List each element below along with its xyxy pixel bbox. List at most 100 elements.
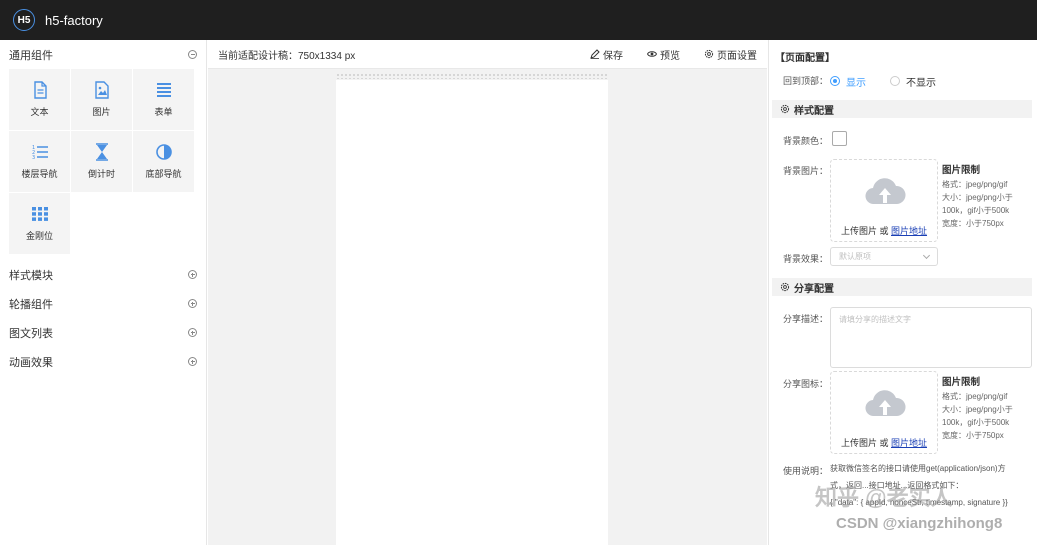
group-label: 样式模块 <box>9 269 53 282</box>
tile-diamond-position[interactable]: 金刚位 <box>9 193 70 254</box>
upload-prompt: 上传图片 或 <box>840 438 889 448</box>
bg-effect-label: 背景效果： <box>783 254 829 264</box>
collapse-icon[interactable] <box>188 50 197 59</box>
share-desc-placeholder: 请填分享的描述文字 <box>839 315 911 324</box>
tile-floor-nav[interactable]: 123 楼层导航 <box>9 131 70 192</box>
share-icon-label: 分享图标： <box>783 379 829 389</box>
tile-countdown[interactable]: 倒计时 <box>71 131 132 192</box>
group-image-text-list[interactable]: 图文列表 <box>0 318 206 347</box>
canvas-area: 当前适配设计稿：750x1334 px 保存 预览 页面设置 <box>208 40 767 545</box>
limits-title: 图片限制 <box>942 377 981 388</box>
share-config-header: 分享配置 <box>772 278 1032 296</box>
upload-text: 上传图片 或 图片地址 <box>831 436 937 449</box>
style-config-header: 样式配置 <box>772 100 1032 118</box>
expand-icon[interactable] <box>188 328 197 337</box>
group-carousel[interactable]: 轮播组件 <box>0 289 206 318</box>
expand-icon[interactable] <box>188 270 197 279</box>
back-to-top-label: 回到顶部： <box>783 76 829 86</box>
style-config-title: 样式配置 <box>794 105 834 117</box>
tile-text[interactable]: 文本 <box>9 69 70 130</box>
group-style-modules[interactable]: 样式模块 <box>0 260 206 289</box>
save-button[interactable]: 保存 <box>590 47 623 62</box>
usage-line: 获取微信签名的接口请使用get(application/json)方 <box>830 464 1006 473</box>
limit-format: 格式：jpeg/png/gif <box>942 180 1008 189</box>
panel-title: 【页面配置】 <box>775 53 835 64</box>
tile-form[interactable]: 表单 <box>133 69 194 130</box>
ordered-list-icon: 123 <box>32 145 48 161</box>
tile-label: 文本 <box>30 107 49 117</box>
radio-show[interactable] <box>830 76 840 86</box>
bg-effect-select[interactable]: 默认原项 <box>830 247 938 266</box>
component-sidebar: 通用组件 文本 图片 表单 123 楼层导航 倒计时 底部导航 金刚位 样式模块… <box>0 40 207 545</box>
radio-show-label[interactable]: 显示 <box>846 74 866 89</box>
canvas-ruler <box>336 73 608 79</box>
limit-width: 宽度：小于750px <box>942 219 1004 228</box>
app-title: h5-factory <box>45 12 103 28</box>
tile-label: 金刚位 <box>25 231 53 241</box>
grid-icon <box>31 207 48 221</box>
bg-effect-placeholder: 默认原项 <box>839 252 871 261</box>
top-bar: H5 h5-factory <box>0 0 1037 40</box>
limit-size-b: 100k，gif小于500k <box>942 418 1010 427</box>
phone-canvas[interactable] <box>336 80 608 545</box>
tile-label: 底部导航 <box>145 169 182 179</box>
upload-prompt: 上传图片 或 <box>840 226 889 236</box>
tile-label: 图片 <box>92 107 111 117</box>
bg-color-label: 背景颜色： <box>783 136 829 146</box>
component-tiles: 文本 图片 表单 123 楼层导航 倒计时 底部导航 金刚位 <box>0 69 206 254</box>
share-desc-label: 分享描述： <box>783 314 829 324</box>
document-icon <box>33 81 47 99</box>
gear-icon <box>780 282 790 292</box>
tile-bottom-nav[interactable]: 底部导航 <box>133 131 194 192</box>
limit-size-b: 100k，gif小于500k <box>942 206 1010 215</box>
preview-button[interactable]: 预览 <box>647 47 680 62</box>
watermark-csdn: CSDN @xiangzhihong8 <box>836 515 1003 532</box>
list-icon <box>156 83 171 97</box>
expand-icon[interactable] <box>188 357 197 366</box>
hourglass-icon <box>95 143 108 161</box>
tile-label: 倒计时 <box>87 169 115 179</box>
page-config-panel: 【页面配置】 回到顶部： 显示 不显示 样式配置 背景颜色： 背景图片： 上传图… <box>768 40 1037 545</box>
eye-icon <box>647 51 657 57</box>
tile-label: 楼层导航 <box>21 169 58 179</box>
upload-text: 上传图片 或 图片地址 <box>831 224 937 237</box>
tile-image[interactable]: 图片 <box>71 69 132 130</box>
group-general-components[interactable]: 通用组件 <box>0 40 206 69</box>
radio-hide-label[interactable]: 不显示 <box>906 74 936 89</box>
watermark-zhihu: 知乎 @老实人 <box>815 485 953 510</box>
tile-label: 表单 <box>154 107 173 117</box>
save-label: 保存 <box>603 50 623 62</box>
share-icon-upload[interactable]: 上传图片 或 图片地址 <box>830 371 938 454</box>
svg-text:3: 3 <box>32 155 35 161</box>
radio-hide[interactable] <box>890 76 900 86</box>
half-circle-icon <box>155 144 172 160</box>
image-icon <box>94 81 109 99</box>
expand-icon[interactable] <box>188 299 197 308</box>
bg-color-picker[interactable] <box>832 131 847 146</box>
share-icon-limits: 图片限制 格式：jpeg/png/gif 大小：jpeg/png小于 100k，… <box>942 376 1024 442</box>
group-label: 轮播组件 <box>9 298 53 311</box>
canvas-toolbar: 当前适配设计稿：750x1334 px 保存 预览 页面设置 <box>208 40 767 69</box>
limits-title: 图片限制 <box>942 165 981 176</box>
bg-image-upload[interactable]: 上传图片 或 图片地址 <box>830 159 938 242</box>
group-animation[interactable]: 动画效果 <box>0 347 206 376</box>
gear-icon <box>780 104 790 114</box>
page-settings-button[interactable]: 页面设置 <box>704 47 757 62</box>
cloud-upload-icon <box>865 390 906 417</box>
gear-icon <box>704 49 714 59</box>
group-label: 动画效果 <box>9 356 53 369</box>
pencil-icon <box>590 49 600 59</box>
chevron-down-icon <box>922 251 931 260</box>
image-url-link[interactable]: 图片地址 <box>891 226 927 236</box>
image-url-link[interactable]: 图片地址 <box>891 438 927 448</box>
preview-label: 预览 <box>660 50 680 62</box>
share-desc-input[interactable]: 请填分享的描述文字 <box>830 307 1032 368</box>
limit-size-a: 大小：jpeg/png小于 <box>942 193 1013 202</box>
limit-width: 宽度：小于750px <box>942 431 1004 440</box>
share-config-title: 分享配置 <box>794 283 834 295</box>
usage-label: 使用说明： <box>783 466 829 476</box>
logo-icon: H5 <box>13 9 35 31</box>
cloud-upload-icon <box>865 178 906 205</box>
bg-image-limits: 图片限制 格式：jpeg/png/gif 大小：jpeg/png小于 100k，… <box>942 164 1024 230</box>
group-label: 图文列表 <box>9 327 53 340</box>
